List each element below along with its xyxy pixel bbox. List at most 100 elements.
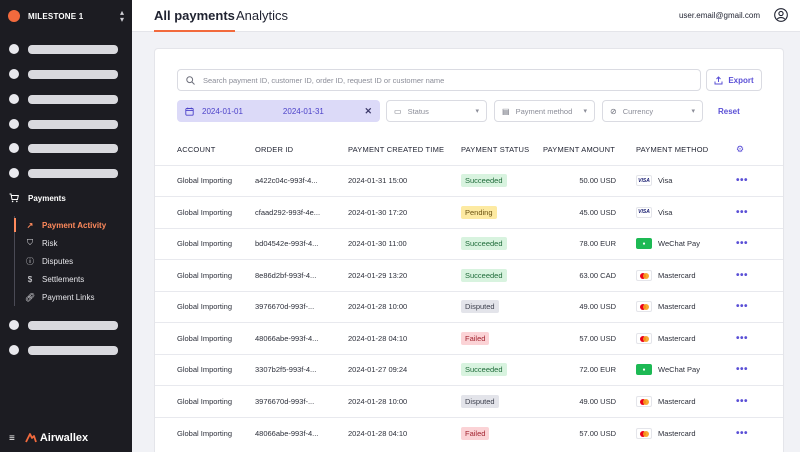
more-actions-icon[interactable]: ••• [736,396,748,407]
column-header-amount[interactable]: PAYMENT AMOUNT [543,135,636,165]
column-settings[interactable]: ⚙ [736,135,783,165]
cell-method: VISA Visa [636,196,736,228]
table-row[interactable]: Global Importing cfaad292-993f-4e... 2024-… [155,196,783,228]
status-badge: Pending [461,205,497,219]
more-actions-icon[interactable]: ••• [736,428,748,439]
date-from[interactable]: 2024-01-01 [202,107,243,116]
export-button[interactable]: Export [706,69,762,91]
cell-order-id: a422c04c-993f-4... [255,164,348,197]
cell-created-time: 2024-01-28 10:00 [348,385,461,417]
column-header-order-id[interactable]: ORDER ID [255,135,348,165]
cell-order-id: 3976670d-993f-... [255,290,348,323]
mastercard-icon [636,332,652,344]
cell-created-time: 2024-01-27 09:24 [348,353,461,386]
cell-status: Failed [461,416,543,449]
more-actions-icon[interactable]: ••• [736,364,748,375]
table-row[interactable]: Global Importing a422c04c-993f-4... 2024-0… [155,164,783,197]
table-row[interactable]: Global Importing 48066abe-993f-4... 2024-0… [155,416,783,449]
sidebar-item-disputes[interactable]: ⓘ Disputes [15,252,124,270]
placeholder-icon [9,168,19,178]
sidebar-item-placeholder[interactable] [9,319,118,331]
export-icon [714,75,723,84]
more-actions-icon[interactable]: ••• [736,270,748,281]
trend-icon: ↗ [26,220,34,230]
sidebar-item-placeholder[interactable] [9,142,118,154]
table-row[interactable]: Global Importing 8e86d2bf-993f-4... 2024-0… [155,259,783,291]
placeholder-label [28,44,118,54]
sidebar-item-label: Payment Activity [42,220,107,230]
placeholder-icon [9,143,19,153]
visa-icon: VISA [636,206,652,218]
wechat-pay-icon: ● [636,238,652,250]
status-badge: Succeeded [461,174,507,188]
sidebar-item-placeholder[interactable] [9,43,118,55]
table-row[interactable]: Global Importing 48066abe-993f-4... 2024-0… [155,322,783,354]
workspace-avatar [8,10,20,22]
more-actions-icon[interactable]: ••• [736,238,748,249]
more-actions-icon[interactable]: ••• [736,207,748,218]
payment-method-label: Mastercard [658,302,696,312]
table-row[interactable]: Global Importing 3976670d-993f-... 2024-01… [155,385,783,417]
sidebar-item-label: Risk [42,238,58,248]
tab-all-payments[interactable]: All payments [154,8,235,32]
table-row[interactable]: Global Importing bd04542e-993f-4... 2024-0… [155,227,783,260]
sidebar-item-placeholder[interactable] [9,68,118,80]
user-account-icon[interactable] [774,8,788,22]
cell-order-id: 8e86d2bf-993f-4... [255,259,348,291]
cell-created-time: 2024-01-28 10:00 [348,290,461,323]
search-input[interactable] [203,75,683,85]
payment-method-filter[interactable]: ▤ Payment method ▾ [494,100,595,122]
status-filter[interactable]: ▭ Status ▾ [386,100,487,122]
more-actions-icon[interactable]: ••• [736,301,748,312]
sidebar-section-payments[interactable]: Payments [9,192,66,204]
cell-amount: 49.00 USD [543,290,636,323]
menu-icon[interactable]: ≡ [9,433,15,444]
chevron-updown-icon: ▴ ▾ [119,8,124,24]
cell-account: Global Importing [155,290,255,323]
placeholder-label [28,94,118,104]
cell-status: Disputed [461,385,543,417]
cell-method: Mastercard [636,322,736,354]
reset-button[interactable]: Reset [718,107,740,116]
sidebar-item-placeholder[interactable] [9,344,118,356]
table-row[interactable]: Global Importing 3307b2f5-993f-4... 2024-0… [155,353,783,386]
cell-method: VISA Visa [636,164,736,197]
table-row[interactable]: Global Importing 3976670d-993f-... 2024-01… [155,290,783,323]
cell-account: Global Importing [155,416,255,449]
sidebar: MILESTONE 1 ▴ ▾ Payments ↗ Payment Activi… [0,0,132,452]
chevron-down-icon: ▾ [583,108,587,115]
tag-icon: ▭ [394,106,402,116]
more-actions-icon[interactable]: ••• [736,333,748,344]
date-to[interactable]: 2024-01-31 [283,107,324,116]
more-actions-icon[interactable]: ••• [736,175,748,186]
cell-actions: ••• [736,196,783,228]
search-box[interactable] [177,69,701,91]
sidebar-item-placeholder[interactable] [9,118,118,130]
column-header-created-time[interactable]: PAYMENT CREATED TIME [348,135,461,165]
placeholder-label [28,345,118,355]
sidebar-item-placeholder[interactable] [9,93,118,105]
cell-amount: 57.00 USD [543,322,636,354]
cell-actions: ••• [736,385,783,417]
workspace-switcher[interactable]: MILESTONE 1 ▴ ▾ [8,8,124,24]
cell-created-time: 2024-01-28 04:10 [348,416,461,449]
sidebar-item-placeholder[interactable] [9,167,118,179]
column-header-status[interactable]: PAYMENT STATUS [461,135,543,165]
column-header-method[interactable]: PAYMENT METHOD [636,135,736,165]
cell-status: Succeeded [461,259,543,291]
currency-filter[interactable]: ⊘ Currency ▾ [602,100,703,122]
sidebar-item-settlements[interactable]: $ Settlements [15,270,124,288]
cell-status: Failed [461,322,543,354]
column-header-account[interactable]: ACCOUNT [155,135,255,165]
cell-created-time: 2024-01-30 17:20 [348,196,461,228]
clear-date-icon[interactable]: ✕ [364,106,372,117]
cell-account: Global Importing [155,385,255,417]
user-email: user.email@gmail.com [678,11,760,20]
tab-analytics[interactable]: Analytics [236,8,288,32]
gear-icon[interactable]: ⚙ [736,144,744,154]
date-range-filter[interactable]: 2024-01-01 2024-01-31 ✕ [177,100,380,122]
cell-account: Global Importing [155,196,255,228]
sidebar-item-payment-activity[interactable]: ↗ Payment Activity [14,216,124,234]
sidebar-item-risk[interactable]: ⛉ Risk [15,234,124,252]
sidebar-item-payment-links[interactable]: 🔗︎ Payment Links [15,288,124,306]
